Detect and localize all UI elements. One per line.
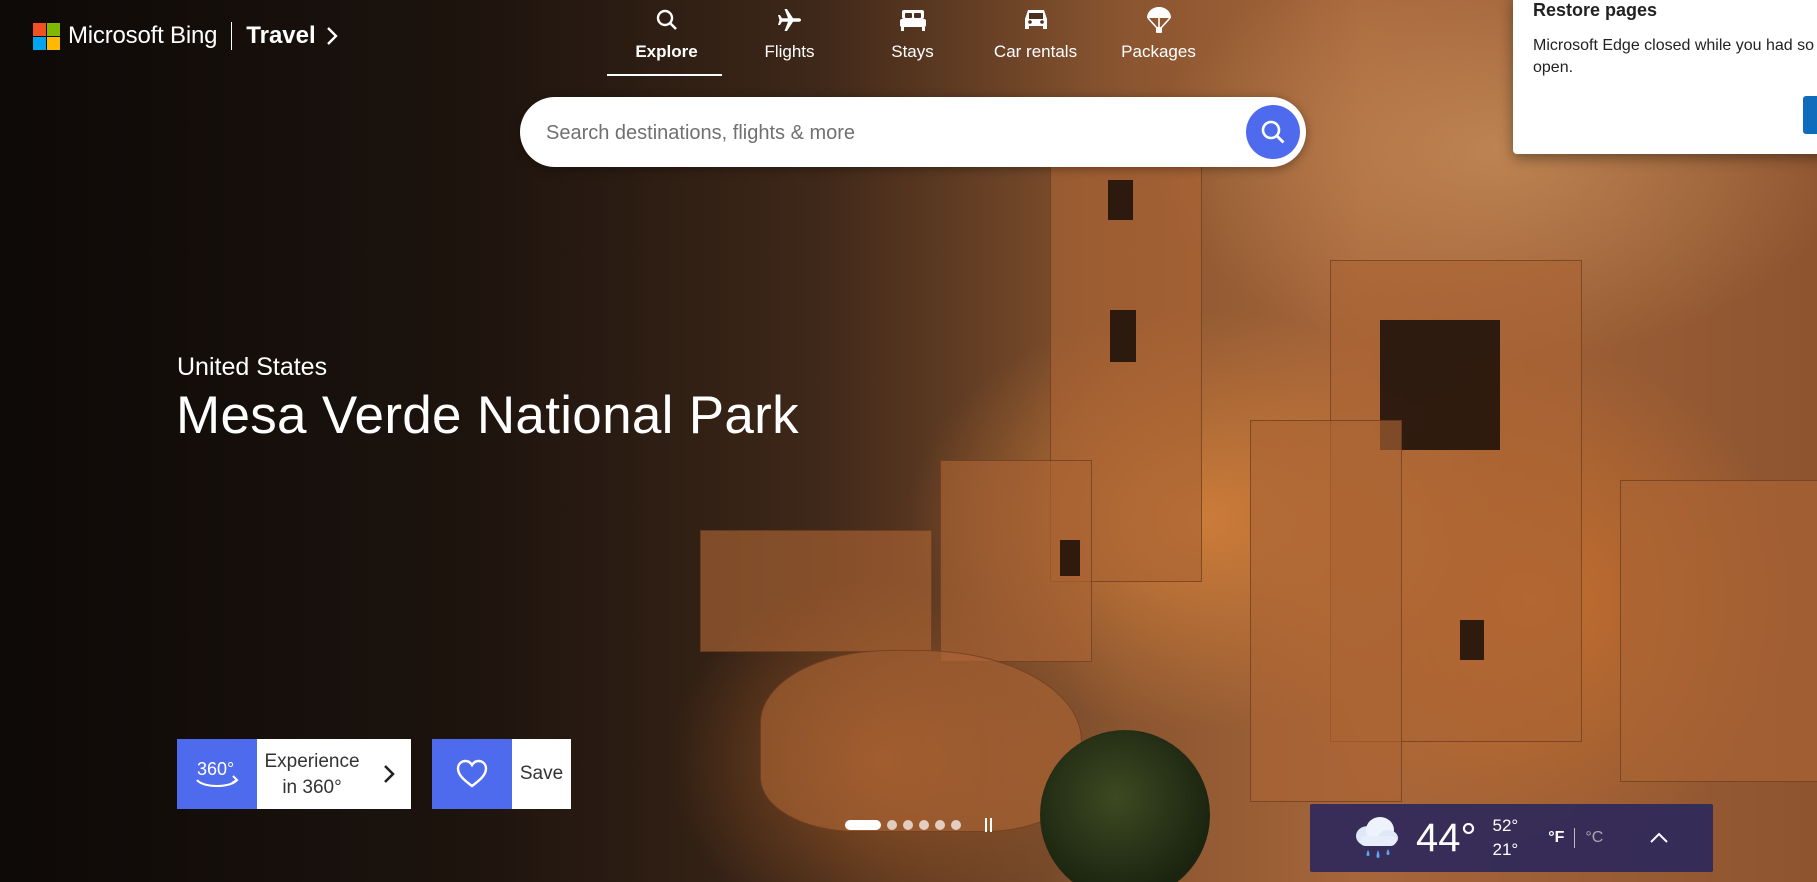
carousel-dot[interactable] xyxy=(951,820,961,830)
parachute-icon xyxy=(1145,6,1173,34)
chevron-right-icon xyxy=(367,739,411,809)
popup-message: Microsoft Edge closed while you had so o… xyxy=(1533,35,1817,79)
fahrenheit-toggle[interactable]: °F xyxy=(1548,829,1564,847)
carousel-dot[interactable] xyxy=(935,820,945,830)
nav-tab-explore[interactable]: Explore xyxy=(605,0,728,76)
restore-button[interactable] xyxy=(1803,96,1817,134)
low-temperature: 21° xyxy=(1492,840,1519,859)
restore-pages-popup: Restore pages Microsoft Edge closed whil… xyxy=(1513,0,1817,154)
360-icon-text: 360° xyxy=(197,759,234,779)
experience-360-button[interactable]: 360° Experience in 360° xyxy=(177,739,411,809)
nav-label: Flights xyxy=(764,42,815,61)
tower-window xyxy=(1108,180,1133,220)
label-line: Experience xyxy=(264,751,360,772)
search-button[interactable] xyxy=(1246,105,1300,159)
pause-bar xyxy=(990,818,992,832)
nav-label: Explore xyxy=(635,42,698,61)
microsoft-logo-icon[interactable] xyxy=(33,22,60,50)
search-input[interactable] xyxy=(544,97,1228,169)
wall xyxy=(1250,420,1402,802)
pause-icon[interactable] xyxy=(985,818,992,832)
wall xyxy=(700,530,932,652)
experience-360-label: Experience in 360° xyxy=(257,739,367,809)
nav-tab-car-rentals[interactable]: Car rentals xyxy=(974,0,1097,76)
airplane-icon xyxy=(776,6,804,34)
logo-square xyxy=(47,36,60,50)
brand-name-link[interactable]: Microsoft Bing xyxy=(68,22,217,50)
logo-square xyxy=(33,22,46,36)
high-low-temps: 52° 21° xyxy=(1493,814,1519,862)
destination-country: United States xyxy=(177,353,328,381)
celsius-toggle[interactable]: °C xyxy=(1585,829,1603,847)
room-window xyxy=(1460,620,1484,660)
logo-square xyxy=(33,36,46,50)
bed-icon xyxy=(899,6,927,34)
search-icon xyxy=(1261,120,1285,144)
travel-link[interactable]: Travel xyxy=(246,22,315,50)
room-window xyxy=(1060,540,1080,576)
carousel-dot[interactable] xyxy=(903,820,913,830)
heart-icon xyxy=(432,739,512,809)
nav-tab-packages[interactable]: Packages xyxy=(1097,0,1220,76)
nav-label: Stays xyxy=(891,42,934,61)
destination-title[interactable]: Mesa Verde National Park xyxy=(176,385,799,446)
brand-header: Microsoft Bing Travel xyxy=(33,22,338,50)
unit-divider xyxy=(1574,828,1576,848)
pause-bar xyxy=(985,818,987,832)
weather-widget: 44° 52° 21° °F °C xyxy=(1310,804,1713,872)
save-button[interactable]: Save xyxy=(432,739,571,809)
carousel-dot[interactable] xyxy=(845,820,881,830)
popup-message-line: Microsoft Edge closed while you had so xyxy=(1533,37,1815,54)
current-temperature: 44° xyxy=(1416,815,1477,860)
tower-window xyxy=(1110,310,1136,362)
brand-divider xyxy=(231,22,233,50)
360-view-icon: 360° xyxy=(177,739,257,809)
travel-nav: Explore Flights Stays Car rentals Packag… xyxy=(605,0,1220,76)
save-label: Save xyxy=(519,763,564,784)
chevron-right-icon[interactable] xyxy=(326,26,338,46)
chevron-up-icon[interactable] xyxy=(1649,832,1669,844)
search-bar xyxy=(520,97,1306,169)
carousel-dot[interactable] xyxy=(887,820,897,830)
rain-cloud-icon xyxy=(1356,817,1398,858)
popup-title: Restore pages xyxy=(1533,0,1658,20)
popup-message-line: open. xyxy=(1533,59,1574,76)
wall xyxy=(1620,480,1817,782)
carousel-indicator xyxy=(845,818,992,832)
car-icon xyxy=(1022,6,1050,34)
label-line: in 360° xyxy=(282,777,342,798)
boulder xyxy=(760,650,1082,832)
unit-toggle: °F °C xyxy=(1548,828,1603,848)
logo-square xyxy=(47,22,60,36)
nav-tab-stays[interactable]: Stays xyxy=(851,0,974,76)
high-temperature: 52° xyxy=(1492,816,1519,835)
nav-label: Packages xyxy=(1121,42,1196,61)
search-icon xyxy=(653,6,681,34)
nav-tab-flights[interactable]: Flights xyxy=(728,0,851,76)
carousel-dot[interactable] xyxy=(919,820,929,830)
nav-label: Car rentals xyxy=(993,42,1078,61)
